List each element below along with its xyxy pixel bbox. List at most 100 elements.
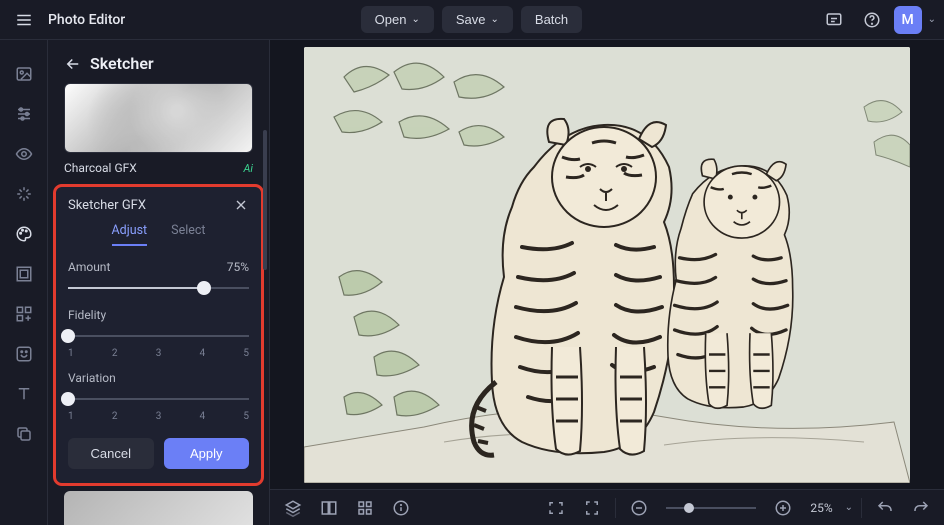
- variation-slider[interactable]: [68, 391, 249, 407]
- rail-frame[interactable]: [6, 256, 42, 292]
- canvas-artwork: [304, 47, 910, 483]
- grid-button[interactable]: [350, 493, 380, 523]
- bottom-bar: 25% ⌄: [270, 489, 944, 525]
- info-icon: [392, 499, 410, 517]
- redo-button[interactable]: [906, 493, 936, 523]
- fidelity-ticks: 1 2 3 4 5: [68, 348, 249, 359]
- sparkle-icon: [15, 185, 33, 203]
- save-button[interactable]: Save ⌄: [442, 6, 513, 33]
- frame-icon: [15, 265, 33, 283]
- canvas-area: [270, 40, 944, 489]
- side-panel: Sketcher Charcoal GFX Ai Sketcher GFX Ad…: [48, 40, 270, 525]
- tab-adjust[interactable]: Adjust: [112, 223, 148, 246]
- open-button[interactable]: Open ⌄: [361, 6, 434, 33]
- menu-button[interactable]: [8, 4, 40, 36]
- arrow-left-icon: [64, 55, 82, 73]
- variation-slider-block: Variation 1 2 3 4 5: [68, 371, 249, 422]
- card-header: Sketcher GFX: [68, 197, 249, 213]
- rail-layers[interactable]: [6, 416, 42, 452]
- expand-icon: [583, 499, 601, 517]
- top-bar: Photo Editor Open ⌄ Save ⌄ Batch M ⌄: [0, 0, 944, 40]
- compare-icon: [320, 499, 338, 517]
- close-icon: [233, 197, 249, 213]
- close-button[interactable]: [233, 197, 249, 213]
- minus-circle-icon: [630, 499, 648, 517]
- text-icon: [15, 385, 33, 403]
- chevron-down-icon[interactable]: ⌄: [845, 502, 853, 513]
- top-center: Open ⌄ Save ⌄ Batch: [133, 6, 809, 33]
- layers-icon: [284, 499, 302, 517]
- amount-slider-block: Amount 75%: [68, 260, 249, 296]
- zoom-out-button[interactable]: [624, 493, 654, 523]
- zoom-percent: 25%: [810, 501, 832, 515]
- redo-icon: [912, 499, 930, 517]
- rail-eye[interactable]: [6, 136, 42, 172]
- card-tabs: Adjust Select: [68, 223, 249, 246]
- undo-icon: [876, 499, 894, 517]
- batch-label: Batch: [535, 12, 568, 27]
- layers-button[interactable]: [278, 493, 308, 523]
- app-title: Photo Editor: [48, 12, 125, 28]
- card-title: Sketcher GFX: [68, 198, 146, 213]
- thumbnail-label: Charcoal GFX: [64, 161, 137, 175]
- ai-tag: Ai: [243, 162, 253, 175]
- fidelity-slider-block: Fidelity 1 2 3 4 5: [68, 308, 249, 359]
- left-rail: [0, 40, 48, 525]
- fidelity-label: Fidelity: [68, 308, 106, 322]
- separator: [615, 498, 616, 518]
- card-actions: Cancel Apply: [68, 438, 249, 469]
- help-button[interactable]: [856, 4, 888, 36]
- plus-circle-icon: [774, 499, 792, 517]
- open-label: Open: [375, 12, 407, 27]
- panel-scrollbar[interactable]: [263, 130, 267, 270]
- apply-button[interactable]: Apply: [164, 438, 250, 469]
- separator: [861, 498, 862, 518]
- variation-label: Variation: [68, 371, 116, 385]
- chat-icon: [825, 11, 843, 29]
- compare-button[interactable]: [314, 493, 344, 523]
- chevron-down-icon: ⌄: [491, 14, 499, 25]
- sliders-icon: [15, 105, 33, 123]
- batch-button[interactable]: Batch: [521, 6, 582, 33]
- effect-thumbnail[interactable]: [64, 83, 253, 153]
- thumbnail-label-row: Charcoal GFX Ai: [48, 155, 269, 187]
- help-icon: [863, 11, 881, 29]
- rail-effects[interactable]: [6, 216, 42, 252]
- amount-label: Amount: [68, 260, 110, 274]
- fit-icon: [547, 499, 565, 517]
- variation-ticks: 1 2 3 4 5: [68, 411, 249, 422]
- actual-size-button[interactable]: [577, 493, 607, 523]
- info-button[interactable]: [386, 493, 416, 523]
- zoom-in-button[interactable]: [768, 493, 798, 523]
- back-button[interactable]: [64, 55, 82, 73]
- panel-header: Sketcher: [48, 40, 269, 83]
- grid-icon: [356, 499, 374, 517]
- rail-retouch[interactable]: [6, 336, 42, 372]
- chevron-down-icon[interactable]: ⌄: [928, 14, 936, 25]
- rail-elements[interactable]: [6, 296, 42, 332]
- top-right: M ⌄: [818, 4, 936, 36]
- rail-adjust[interactable]: [6, 96, 42, 132]
- undo-button[interactable]: [870, 493, 900, 523]
- cancel-button[interactable]: Cancel: [68, 438, 154, 469]
- rail-text[interactable]: [6, 376, 42, 412]
- next-effect-thumbnail[interactable]: [64, 491, 253, 525]
- amount-slider[interactable]: [68, 280, 249, 296]
- zoom-slider[interactable]: [666, 507, 756, 509]
- save-label: Save: [456, 12, 486, 27]
- panel-title: Sketcher: [90, 54, 154, 73]
- fit-button[interactable]: [541, 493, 571, 523]
- thumbnail-image: [65, 84, 252, 152]
- rail-image[interactable]: [6, 56, 42, 92]
- canvas[interactable]: [304, 47, 910, 483]
- user-avatar[interactable]: M: [894, 6, 922, 34]
- grid-plus-icon: [15, 305, 33, 323]
- retouch-icon: [15, 345, 33, 363]
- chevron-down-icon: ⌄: [411, 14, 419, 25]
- fidelity-slider[interactable]: [68, 328, 249, 344]
- tab-select[interactable]: Select: [171, 223, 205, 246]
- announcement-button[interactable]: [818, 4, 850, 36]
- palette-icon: [15, 225, 33, 243]
- rail-sparkle[interactable]: [6, 176, 42, 212]
- amount-value: 75%: [227, 260, 249, 274]
